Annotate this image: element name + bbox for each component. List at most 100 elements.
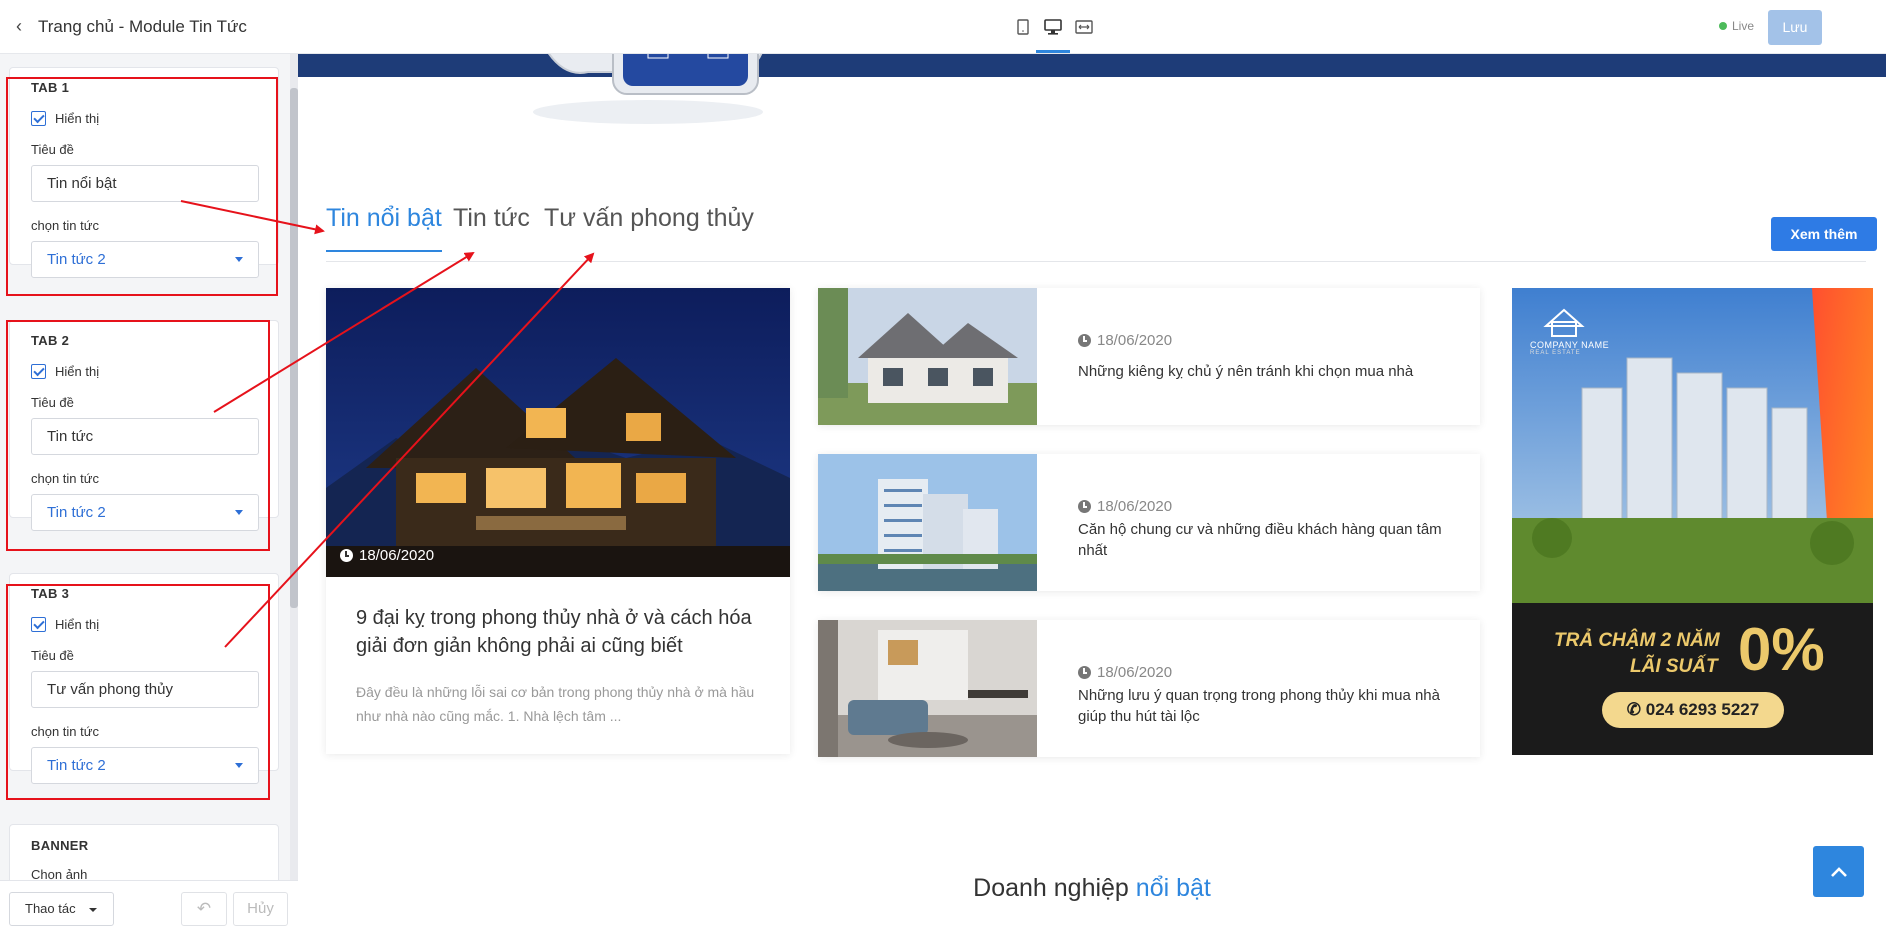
tab3-news-select[interactable]: Tin tức 2 [31,747,259,784]
tab2-news-select[interactable]: Tin tức 2 [31,494,259,531]
news-title[interactable]: Những kiêng kỵ chủ ý nên tránh khi chọn … [1078,361,1448,382]
featured-excerpt: Đây đều là những lỗi sai cơ bản trong ph… [356,684,755,724]
tab1-settings-card: TAB 1 Hiển thị Tiêu đề Tin nổi bật chọn … [9,67,279,278]
tab1-title-input[interactable]: Tin nổi bật [31,165,259,202]
tab2-show-toggle[interactable]: Hiển thị [31,364,257,379]
news-title[interactable]: Những lưu ý quan trọng trong phong thủy … [1078,685,1448,727]
live-dot-icon [1719,22,1727,30]
news-date-text: 18/06/2020 [1097,664,1173,681]
tab3-settings-card: TAB 3 Hiển thị Tiêu đề Tư vấn phong thủy… [9,573,279,784]
checkbox-checked-icon[interactable] [31,617,46,632]
banner-headline-2: LÃI SUẤT [1630,656,1718,677]
banner-company-name: COMPANY NAME [1530,340,1610,350]
back-arrow-icon[interactable]: ‹ [0,16,38,37]
featured-title[interactable]: 9 đại kỵ trong phong thủy nhà ở và cách … [356,604,766,660]
clock-icon [340,549,353,562]
tab2-select-value: Tin tức 2 [47,504,106,521]
tab-feng-shui[interactable]: Tư vấn phong thủy [544,204,754,233]
tab-featured[interactable]: Tin nổi bật [326,204,442,252]
cancel-button[interactable]: Hủy [233,892,288,926]
hero-device-image [533,54,763,124]
checkbox-checked-icon[interactable] [31,111,46,126]
panel-footer: Thao tác ↶ Hủy [0,880,298,932]
panel-scroll-area[interactable]: TAB 1 Hiển thị Tiêu đề Tin nổi bật chọn … [0,54,290,880]
tab1-show-toggle[interactable]: Hiển thị [31,111,257,126]
featured-date-text: 18/06/2020 [359,547,435,564]
news-item[interactable]: 18/06/2020 Những lưu ý quan trọng trong … [818,620,1480,757]
tab3-heading: TAB 3 [31,586,70,601]
live-status: Live [1719,19,1754,33]
undo-icon: ↶ [196,899,212,918]
news-tabs: Tin nổi bật Tin tức Tư vấn phong thủy [326,204,1866,262]
news-thumbnail[interactable] [818,288,1037,425]
undo-button[interactable]: ↶ [181,892,227,926]
back-to-top-button[interactable] [1813,846,1864,897]
tab3-select-label: chọn tin tức [31,724,99,739]
clock-icon [1078,666,1091,679]
tab3-show-label: Hiển thị [55,617,100,632]
banner-heading: BANNER [31,838,89,853]
featured-article-card[interactable]: 18/06/2020 9 đại kỵ trong phong thủy nhà… [326,288,790,754]
tab3-title-label: Tiêu đề [31,648,74,663]
actions-label: Thao tác [25,901,76,916]
ad-banner[interactable]: COMPANY NAME REAL ESTATE TRẢ CHẬM 2 NĂM … [1512,288,1873,755]
section-heading-prefix: Doanh nghiệp [973,874,1129,902]
banner-settings-card: BANNER Chọn ảnh [9,824,279,880]
featured-date: 18/06/2020 [340,547,434,564]
news-date-text: 18/06/2020 [1097,332,1173,349]
tab3-show-toggle[interactable]: Hiển thị [31,617,257,632]
panel-header: ‹ Trang chủ - Module Tin Tức [0,0,298,54]
banner-image-label: Chọn ảnh [31,867,88,880]
news-title[interactable]: Căn hộ chung cư và những điều khách hàng… [1078,519,1448,561]
news-item[interactable]: 18/06/2020 Căn hộ chung cư và những điều… [818,454,1480,591]
featured-article-image[interactable] [326,288,790,577]
caret-down-icon [235,763,243,768]
tab1-select-value: Tin tức 2 [47,251,106,268]
clock-icon [1078,334,1091,347]
clock-icon [1078,500,1091,513]
news-thumbnail[interactable] [818,620,1037,757]
banner-percent: 0% [1738,616,1825,683]
news-item[interactable]: 18/06/2020 Những kiêng kỵ chủ ý nên trán… [818,288,1480,425]
tab2-title-label: Tiêu đề [31,395,74,410]
actions-dropdown-button[interactable]: Thao tác [9,892,114,926]
caret-down-icon [235,510,243,515]
editor-topbar: Live Lưu [298,0,1886,54]
section-heading-highlight: nổi bật [1135,874,1211,902]
caret-down-icon [235,257,243,262]
tab1-heading: TAB 1 [31,80,70,95]
phone-icon: ✆ [1626,700,1646,719]
tab2-heading: TAB 2 [31,333,70,348]
tablet-icon[interactable] [1012,16,1034,38]
fullwidth-icon[interactable] [1073,16,1095,38]
news-thumbnail[interactable] [818,454,1037,591]
banner-phone-button[interactable]: ✆ 024 6293 5227 [1602,692,1784,728]
tab-news[interactable]: Tin tức [453,204,530,233]
news-date: 18/06/2020 [1078,498,1172,515]
scrollbar-thumb[interactable] [290,88,298,608]
see-more-button[interactable]: Xem thêm [1771,217,1877,251]
news-date: 18/06/2020 [1078,664,1172,681]
tab2-show-label: Hiển thị [55,364,100,379]
panel-title: Trang chủ - Module Tin Tức [38,16,247,36]
tab3-title-input[interactable]: Tư vấn phong thủy [31,671,259,708]
ad-banner-artwork [1512,288,1873,755]
section-heading-featured-businesses: Doanh nghiệp nổi bật [298,874,1886,903]
editor-panel: ‹ Trang chủ - Module Tin Tức TAB 1 Hiển … [0,0,298,932]
tab2-title-input[interactable]: Tin tức [31,418,259,455]
tab1-title-label: Tiêu đề [31,142,74,157]
tab1-show-label: Hiển thị [55,111,100,126]
caret-down-icon [89,908,97,912]
tab2-select-label: chọn tin tức [31,471,99,486]
banner-headline-1: TRẢ CHẬM 2 NĂM [1554,630,1720,651]
tab3-select-value: Tin tức 2 [47,757,106,774]
banner-phone-text: 024 6293 5227 [1645,700,1760,719]
news-date-text: 18/06/2020 [1097,498,1173,515]
checkbox-checked-icon[interactable] [31,364,46,379]
desktop-icon[interactable] [1036,16,1070,53]
site-preview: Tin nổi bật Tin tức Tư vấn phong thủy Xe… [298,54,1886,932]
tab1-select-label: chọn tin tức [31,218,99,233]
save-button[interactable]: Lưu [1768,10,1822,45]
panel-scrollbar[interactable] [290,54,298,880]
tab1-news-select[interactable]: Tin tức 2 [31,241,259,278]
